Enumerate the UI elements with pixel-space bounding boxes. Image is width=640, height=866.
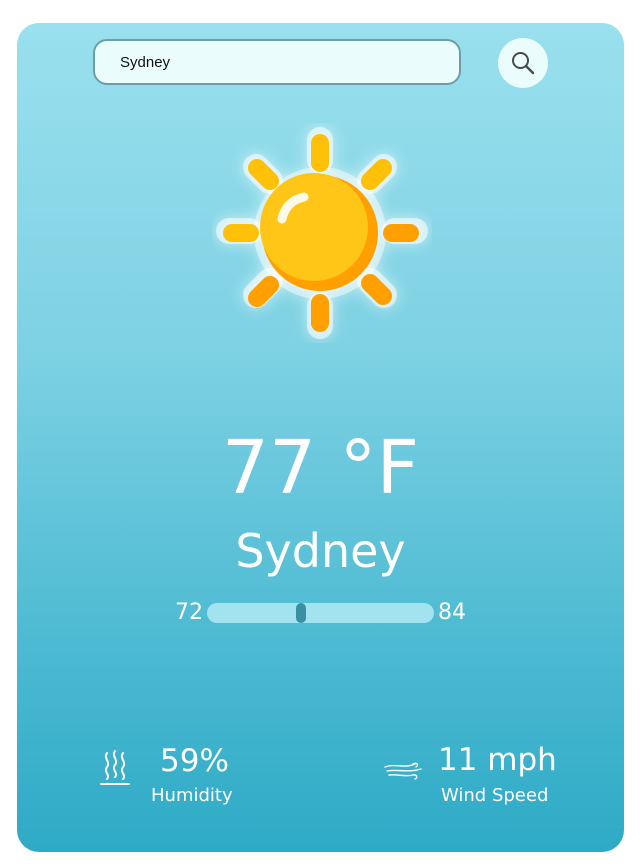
humidity-value: 59% bbox=[160, 743, 229, 779]
city-name: Sydney bbox=[235, 524, 406, 578]
wind-speed-label: Wind Speed bbox=[441, 785, 549, 806]
sun-icon bbox=[216, 127, 428, 339]
wind-speed-value: 11 mph bbox=[438, 742, 557, 778]
wind-icon bbox=[384, 762, 422, 780]
temp-max: 84 bbox=[438, 600, 466, 625]
search-icon bbox=[512, 52, 535, 75]
temp-range-indicator bbox=[296, 603, 306, 623]
search-input[interactable] bbox=[93, 39, 461, 85]
temp-range-bar bbox=[207, 603, 434, 623]
temperature: 77 °F bbox=[221, 425, 420, 511]
humidity-label: Humidity bbox=[151, 785, 233, 806]
temp-min: 72 bbox=[175, 600, 203, 625]
search-button[interactable] bbox=[498, 38, 548, 88]
weather-card: 77 °F Sydney 72 84 59% Humidity 11 mph W… bbox=[17, 23, 624, 852]
humidity-icon bbox=[100, 750, 130, 785]
